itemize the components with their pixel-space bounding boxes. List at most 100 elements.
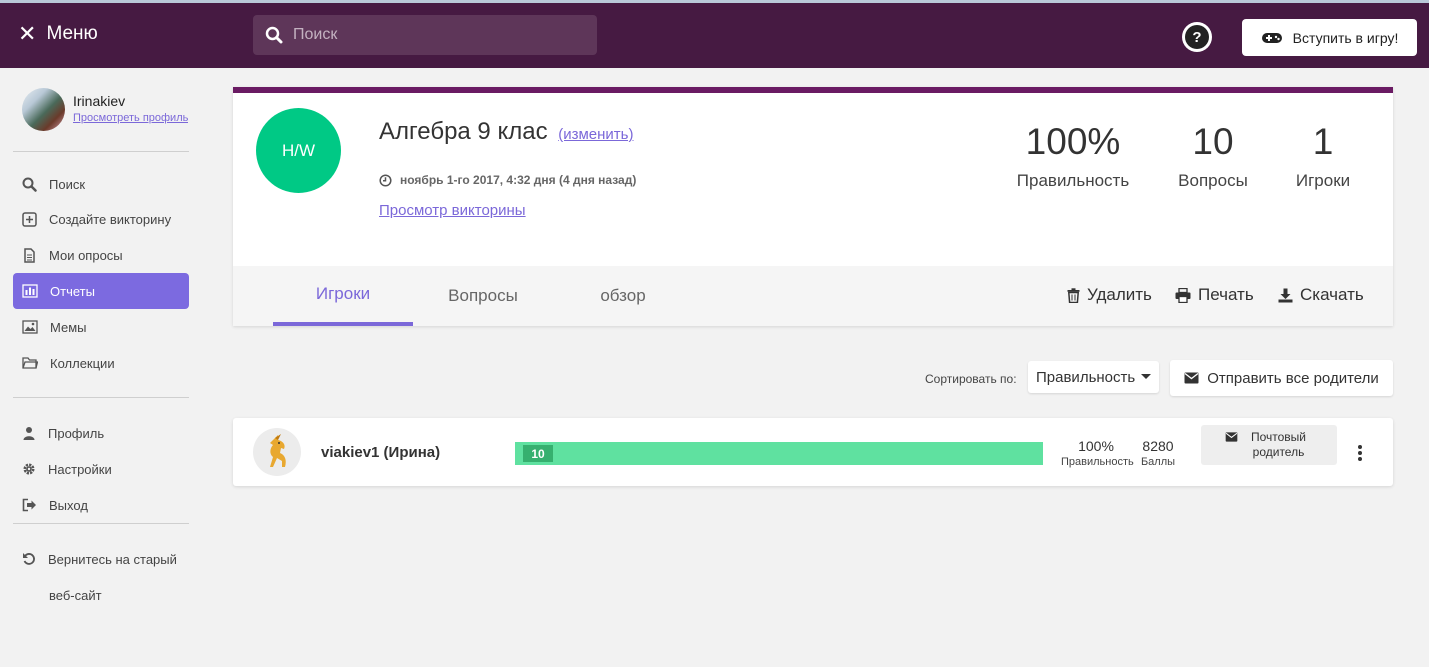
view-quiz-link[interactable]: Просмотр викторины (379, 202, 526, 219)
sidebar-item-search[interactable]: Поиск (13, 166, 189, 202)
gamepad-icon (1261, 32, 1282, 43)
delete-button[interactable]: Удалить (1067, 285, 1152, 305)
tab-players[interactable]: Игроки (273, 266, 413, 326)
print-icon (1175, 287, 1191, 303)
document-icon (24, 247, 35, 263)
join-game-button[interactable]: Вступить в игру! (1242, 19, 1417, 56)
user-icon (23, 427, 35, 440)
tab-questions[interactable]: Вопросы (413, 266, 553, 326)
bar-chart-icon (22, 284, 38, 298)
help-icon: ? (1185, 25, 1209, 49)
print-label: Печать (1198, 285, 1254, 304)
delete-label: Удалить (1087, 285, 1152, 304)
stat-accuracy: 100% Правильность (1003, 123, 1143, 191)
sidebar-item-logout[interactable]: Выход (13, 487, 189, 523)
stat-questions: 10 Вопросы (1163, 123, 1263, 191)
sidebar-item-label: Профиль (48, 425, 105, 441)
player-score-label: Баллы (1140, 456, 1176, 468)
quiz-date-text: ноябрь 1-го 2017, 4:32 дня (4 дня назад) (400, 173, 637, 187)
unicorn-avatar-icon (270, 434, 286, 467)
divider (13, 523, 189, 524)
help-button[interactable]: ? (1182, 22, 1212, 52)
player-accuracy-label: Правильность (1061, 456, 1134, 468)
user-block: Irinakiev Просмотреть профиль (22, 88, 188, 131)
sign-out-icon (22, 498, 36, 512)
clock-icon (379, 173, 392, 187)
player-accuracy-value: 100% (1078, 438, 1114, 454)
sidebar-item-old-site-line2[interactable]: веб-сайт (49, 588, 102, 603)
stat-players-label: Игроки (1295, 171, 1351, 190)
join-game-label: Вступить в игру! (1292, 29, 1399, 46)
sidebar-item-label: Поиск (49, 176, 86, 192)
close-icon: ✕ (18, 21, 37, 46)
search-box[interactable] (253, 15, 597, 55)
sidebar-item-create-quiz[interactable]: Создайте викторину (13, 201, 189, 237)
sidebar-item-label: Мемы (50, 319, 87, 335)
sidebar-item-label: Вернитесь на старый (48, 551, 177, 567)
quiz-badge: H/W (256, 108, 341, 193)
sidebar-item-my-quizzes[interactable]: Мои опросы (13, 237, 189, 273)
search-icon (22, 177, 37, 192)
divider (13, 397, 189, 398)
divider (13, 151, 189, 152)
download-button[interactable]: Скачать (1278, 285, 1364, 305)
send-all-parents-button[interactable]: Отправить все родители (1170, 360, 1393, 396)
trash-icon (1067, 287, 1080, 303)
envelope-icon (1184, 372, 1199, 384)
sort-selected-value: Правильность (1036, 368, 1136, 386)
sidebar: Irinakiev Просмотреть профиль Поиск Созд… (0, 68, 205, 667)
search-icon (265, 26, 283, 44)
player-score-bar: 10 (515, 442, 1043, 465)
avatar[interactable] (22, 88, 65, 131)
folder-icon (22, 357, 38, 369)
stat-accuracy-label: Правильность (1016, 171, 1130, 190)
stat-players: 1 Игроки (1283, 123, 1363, 191)
gear-icon (23, 463, 35, 475)
sort-label: Сортировать по: (925, 372, 1017, 386)
correct-count-badge: 10 (523, 445, 553, 462)
plus-square-icon (22, 211, 37, 227)
undo-icon (23, 553, 35, 565)
username: Irinakiev (73, 93, 126, 109)
menu-label: Меню (46, 23, 98, 44)
sidebar-item-profile[interactable]: Профиль (13, 415, 189, 451)
sidebar-item-reports[interactable]: Отчеты (13, 273, 189, 309)
print-button[interactable]: Печать (1175, 285, 1254, 305)
view-profile-link[interactable]: Просмотреть профиль (73, 112, 188, 124)
chevron-down-icon (1141, 374, 1151, 379)
sidebar-item-label: Мои опросы (49, 247, 123, 263)
send-all-parents-label: Отправить все родители (1207, 369, 1379, 387)
player-score-value: 8280 (1142, 438, 1174, 454)
sidebar-item-old-site[interactable]: Вернитесь на старый (13, 541, 189, 577)
quiz-date: ноябрь 1-го 2017, 4:32 дня (4 дня назад) (379, 173, 636, 187)
sidebar-item-memes[interactable]: Мемы (13, 309, 189, 345)
sidebar-item-collections[interactable]: Коллекции (13, 345, 189, 381)
menu-button[interactable]: ✕ Меню (18, 23, 98, 45)
player-accuracy: 100% Правильность (1061, 438, 1134, 468)
mail-parent-label: Почтовый родитель (1250, 430, 1307, 459)
player-score: 8280 Баллы (1135, 438, 1181, 468)
mail-parent-button[interactable]: Почтовый родитель (1201, 425, 1337, 465)
player-avatar (253, 428, 301, 476)
envelope-icon (1225, 432, 1237, 442)
sidebar-item-label: Отчеты (50, 283, 95, 299)
change-title-link[interactable]: (изменить) (558, 126, 633, 143)
quiz-summary-card: H/W Алгебра 9 клас (изменить) ноябрь 1-г… (233, 87, 1393, 326)
sidebar-item-settings[interactable]: Настройки (13, 451, 189, 487)
download-icon (1278, 288, 1293, 302)
report-tabs: Игроки Вопросы обзор Удалить Печать Скач… (233, 266, 1393, 326)
sidebar-item-label: Создайте викторину (49, 211, 172, 227)
more-options-icon[interactable] (1357, 445, 1363, 463)
image-icon (22, 320, 38, 334)
search-input[interactable] (293, 26, 573, 44)
sidebar-item-label: Настройки (48, 461, 112, 477)
stat-questions-label: Вопросы (1178, 171, 1248, 190)
tab-overview[interactable]: обзор (553, 266, 693, 326)
player-name[interactable]: viakiev1 (Ирина) (321, 444, 440, 461)
sort-select[interactable]: Правильность (1028, 361, 1159, 393)
player-row[interactable]: viakiev1 (Ирина) 10 100% Правильность 82… (233, 418, 1393, 486)
sidebar-item-label: Выход (49, 497, 88, 513)
download-label: Скачать (1300, 285, 1364, 304)
top-bar: ✕ Меню ? Вступить в игру! (0, 0, 1429, 68)
stat-questions-value: 10 (1192, 121, 1234, 162)
